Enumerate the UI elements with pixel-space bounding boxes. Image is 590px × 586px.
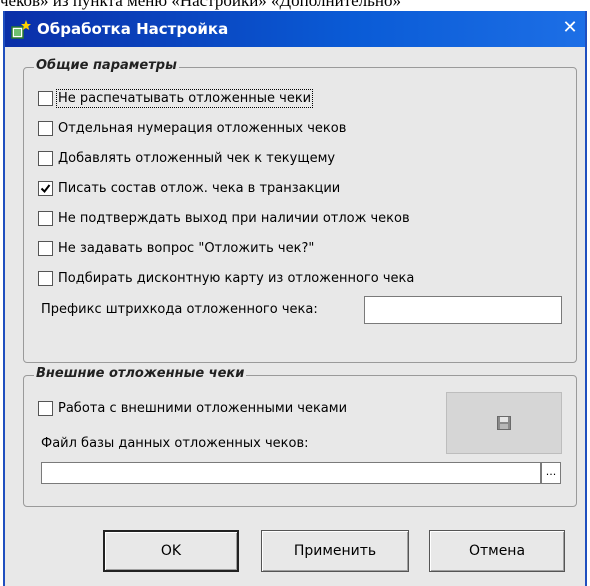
option-label: Отдельная нумерация отложенных чеков: [58, 120, 347, 136]
option-write-to-transaction[interactable]: Писать состав отлож. чека в транзакции: [38, 178, 340, 198]
ok-button[interactable]: OK: [103, 530, 239, 572]
checkbox-checked[interactable]: [38, 180, 53, 196]
general-params-group: Общие параметры Не распечатывать отложен…: [23, 58, 577, 363]
option-no-print-deferred[interactable]: Не распечатывать отложенные чеки: [38, 88, 314, 108]
option-label: Добавлять отложенный чек к текущему: [58, 150, 336, 166]
app-icon: [11, 20, 31, 39]
option-add-to-current[interactable]: Добавлять отложенный чек к текущему: [38, 148, 335, 168]
option-label: Писать состав отлож. чека в транзакции: [58, 180, 341, 196]
option-no-exit-confirm[interactable]: Не подтверждать выход при наличии отлож …: [38, 208, 410, 228]
floppy-disk-icon: [497, 416, 511, 430]
db-file-input[interactable]: [41, 462, 541, 484]
settings-dialog: Обработка Настройка ✕ Общие параметры Не…: [3, 11, 587, 586]
external-checks-legend: Внешние отложенные чеки: [34, 366, 247, 381]
checkbox[interactable]: [38, 120, 53, 136]
option-label: Не задавать вопрос "Отложить чек?": [58, 240, 315, 256]
barcode-prefix-input[interactable]: [364, 296, 562, 324]
checkbox[interactable]: [38, 270, 53, 286]
browse-button[interactable]: ...: [541, 462, 561, 484]
option-label: Не распечатывать отложенные чеки: [55, 88, 314, 108]
option-label: Работа с внешними отложенными чеками: [58, 400, 348, 416]
apply-button[interactable]: Применить: [261, 530, 409, 572]
general-params-legend: Общие параметры: [34, 58, 179, 73]
external-checks-group: Внешние отложенные чеки Работа с внешним…: [23, 366, 577, 507]
option-pick-discount-card[interactable]: Подбирать дисконтную карту из отложенног…: [38, 268, 414, 288]
checkbox[interactable]: [38, 400, 53, 416]
window-title: Обработка Настройка: [37, 20, 229, 38]
option-external-checks[interactable]: Работа с внешними отложенными чеками: [38, 398, 347, 418]
title-bar[interactable]: Обработка Настройка ✕: [5, 11, 585, 47]
option-separate-numbering[interactable]: Отдельная нумерация отложенных чеков: [38, 118, 346, 138]
save-button[interactable]: [446, 392, 562, 454]
document-text: чеков» из пункта меню «Настройки» «Допол…: [0, 0, 402, 10]
cancel-button[interactable]: Отмена: [429, 530, 565, 572]
option-label: Не подтверждать выход при наличии отлож …: [58, 210, 410, 226]
option-label: Подбирать дисконтную карту из отложенног…: [58, 270, 415, 286]
checkbox[interactable]: [38, 240, 53, 256]
prefix-label: Префикс штрихкода отложенного чека:: [41, 302, 318, 317]
checkbox[interactable]: [38, 90, 53, 106]
option-no-defer-question[interactable]: Не задавать вопрос "Отложить чек?": [38, 238, 314, 258]
close-button[interactable]: ✕: [559, 17, 581, 39]
db-file-label: Файл базы данных отложенных чеков:: [41, 436, 309, 451]
checkbox[interactable]: [38, 210, 53, 226]
checkmark-icon: [40, 183, 51, 193]
checkbox[interactable]: [38, 150, 53, 166]
